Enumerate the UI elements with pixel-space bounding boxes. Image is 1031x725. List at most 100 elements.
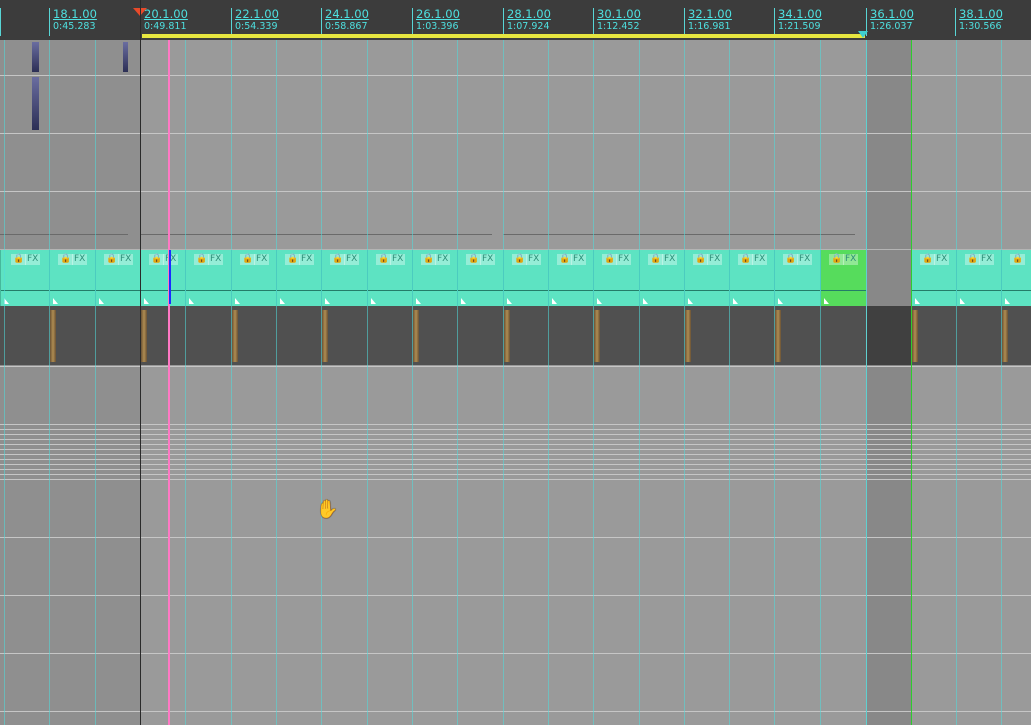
audio-clip[interactable]: 🔒 FX xyxy=(729,250,774,306)
fx-icon[interactable]: FX xyxy=(662,254,678,265)
ruler-marker[interactable]: 38.1.00 1:30.566 xyxy=(955,8,1003,36)
ruler-marker[interactable]: 32.1.00 1:16.981 xyxy=(684,8,732,36)
lock-icon[interactable]: 🔒 xyxy=(829,254,845,265)
playhead[interactable] xyxy=(168,40,170,725)
lock-icon[interactable]: 🔒 xyxy=(965,254,981,265)
edit-cursor[interactable] xyxy=(169,250,171,304)
fade-handle[interactable] xyxy=(371,298,376,304)
lock-icon[interactable]: 🔒 xyxy=(11,254,27,265)
fx-icon[interactable]: FX xyxy=(72,254,88,265)
audio-clip[interactable]: 🔒 FX xyxy=(774,250,820,306)
timeline-area[interactable]: 18.1.00 0:45.283 20.1.00 0:49.811 22.1.0… xyxy=(0,0,1031,725)
audio-clip[interactable]: 🔒 FX xyxy=(231,250,276,306)
fx-icon[interactable]: FX xyxy=(390,254,406,265)
fade-handle[interactable] xyxy=(235,298,240,304)
audio-clip[interactable]: 🔒 FX xyxy=(956,250,1001,306)
loop-region-bar[interactable] xyxy=(142,34,865,38)
clip-envelope[interactable] xyxy=(594,290,639,291)
fx-icon[interactable]: FX xyxy=(299,254,315,265)
fade-handle[interactable] xyxy=(189,298,194,304)
ruler-marker[interactable]: 18.1.00 0:45.283 xyxy=(49,8,97,36)
fade-handle[interactable] xyxy=(325,298,330,304)
lock-icon[interactable]: 🔒 xyxy=(194,254,210,265)
fx-icon[interactable]: FX xyxy=(344,254,360,265)
fx-icon[interactable]: FX xyxy=(435,254,451,265)
audio-clip[interactable]: 🔒 xyxy=(1001,250,1031,306)
fade-handle[interactable] xyxy=(99,298,104,304)
audio-clip[interactable]: 🔒 FX xyxy=(321,250,367,306)
clip-envelope[interactable] xyxy=(640,290,684,291)
fade-handle[interactable] xyxy=(1005,298,1010,304)
audio-clip[interactable]: 🔒 FX xyxy=(548,250,593,306)
fade-handle[interactable] xyxy=(53,298,58,304)
fx-icon[interactable]: FX xyxy=(707,254,723,265)
ruler-marker[interactable]: 20.1.00 0:49.811 xyxy=(140,8,188,36)
fade-handle[interactable] xyxy=(552,298,557,304)
clip-envelope[interactable] xyxy=(730,290,774,291)
audio-clip[interactable]: 🔒 FX xyxy=(95,250,140,306)
ruler-marker[interactable]: 26.1.00 1:03.396 xyxy=(412,8,460,36)
audio-clip-selected[interactable]: 🔒 FX xyxy=(820,250,866,306)
ruler-marker[interactable]: 24.1.00 0:58.867 xyxy=(321,8,369,36)
fade-handle[interactable] xyxy=(733,298,738,304)
loop-end-handle[interactable] xyxy=(858,31,868,38)
audio-clip[interactable]: 🔒 FX xyxy=(503,250,548,306)
lock-icon[interactable]: 🔒 xyxy=(783,254,799,265)
audio-clip[interactable]: 🔒 FX xyxy=(412,250,457,306)
fx-icon[interactable]: FX xyxy=(616,254,632,265)
fade-handle[interactable] xyxy=(144,298,149,304)
fx-icon[interactable]: FX xyxy=(208,254,224,265)
ruler-marker[interactable]: 36.1.00 1:26.037 xyxy=(866,8,914,36)
audio-clip[interactable]: 🔒 FX xyxy=(457,250,503,306)
clip-envelope[interactable] xyxy=(504,290,548,291)
ruler-marker[interactable]: 28.1.00 1:07.924 xyxy=(503,8,551,36)
lock-icon[interactable]: 🔒 xyxy=(149,254,165,265)
lock-icon[interactable]: 🔒 xyxy=(512,254,528,265)
audio-clip[interactable]: 🔒 FX xyxy=(639,250,684,306)
ruler-marker[interactable]: 34.1.00 1:21.509 xyxy=(774,8,822,36)
fade-handle[interactable] xyxy=(416,298,421,304)
audio-clip[interactable]: 🔒 FX xyxy=(140,250,185,306)
video-thumbnail[interactable] xyxy=(32,42,39,72)
project-end-marker[interactable] xyxy=(911,40,912,725)
lock-icon[interactable]: 🔒 xyxy=(104,254,120,265)
fx-icon[interactable]: FX xyxy=(843,254,859,265)
fx-icon[interactable]: FX xyxy=(571,254,587,265)
fade-handle[interactable] xyxy=(824,298,829,304)
clip-envelope[interactable] xyxy=(50,290,95,291)
audio-clip[interactable]: 🔒 FX xyxy=(593,250,639,306)
lock-icon[interactable]: 🔒 xyxy=(240,254,256,265)
lock-icon[interactable]: 🔒 xyxy=(602,254,618,265)
video-thumbnail[interactable] xyxy=(123,42,128,72)
clip-envelope[interactable] xyxy=(912,290,956,291)
lock-icon[interactable]: 🔒 xyxy=(738,254,754,265)
lock-icon[interactable]: 🔒 xyxy=(693,254,709,265)
fade-handle[interactable] xyxy=(778,298,783,304)
lock-icon[interactable]: 🔒 xyxy=(285,254,301,265)
lock-icon[interactable]: 🔒 xyxy=(466,254,482,265)
audio-clip[interactable]: 🔒 FX xyxy=(367,250,412,306)
clip-envelope[interactable] xyxy=(96,290,140,291)
clip-envelope[interactable] xyxy=(458,290,503,291)
ruler-marker[interactable]: 22.1.00 0:54.339 xyxy=(231,8,279,36)
selection-start-line[interactable] xyxy=(140,0,141,725)
fx-icon[interactable]: FX xyxy=(25,254,41,265)
clip-envelope[interactable] xyxy=(957,290,1001,291)
clip-envelope[interactable] xyxy=(1002,290,1031,291)
clip-envelope[interactable] xyxy=(775,290,820,291)
fx-icon[interactable]: FX xyxy=(797,254,813,265)
audio-clip[interactable]: 🔒 FX xyxy=(276,250,321,306)
lock-icon[interactable]: 🔒 xyxy=(1010,254,1026,265)
fade-handle[interactable] xyxy=(597,298,602,304)
clip-envelope[interactable] xyxy=(186,290,231,291)
fade-handle[interactable] xyxy=(461,298,466,304)
clip-envelope[interactable] xyxy=(549,290,593,291)
clip-envelope[interactable] xyxy=(413,290,457,291)
lock-icon[interactable]: 🔒 xyxy=(648,254,664,265)
fade-handle[interactable] xyxy=(915,298,920,304)
fx-icon[interactable]: FX xyxy=(480,254,496,265)
selection-end-line[interactable] xyxy=(866,40,867,725)
clip-envelope[interactable] xyxy=(141,290,185,291)
fade-handle[interactable] xyxy=(643,298,648,304)
video-thumbnail[interactable] xyxy=(32,77,39,130)
